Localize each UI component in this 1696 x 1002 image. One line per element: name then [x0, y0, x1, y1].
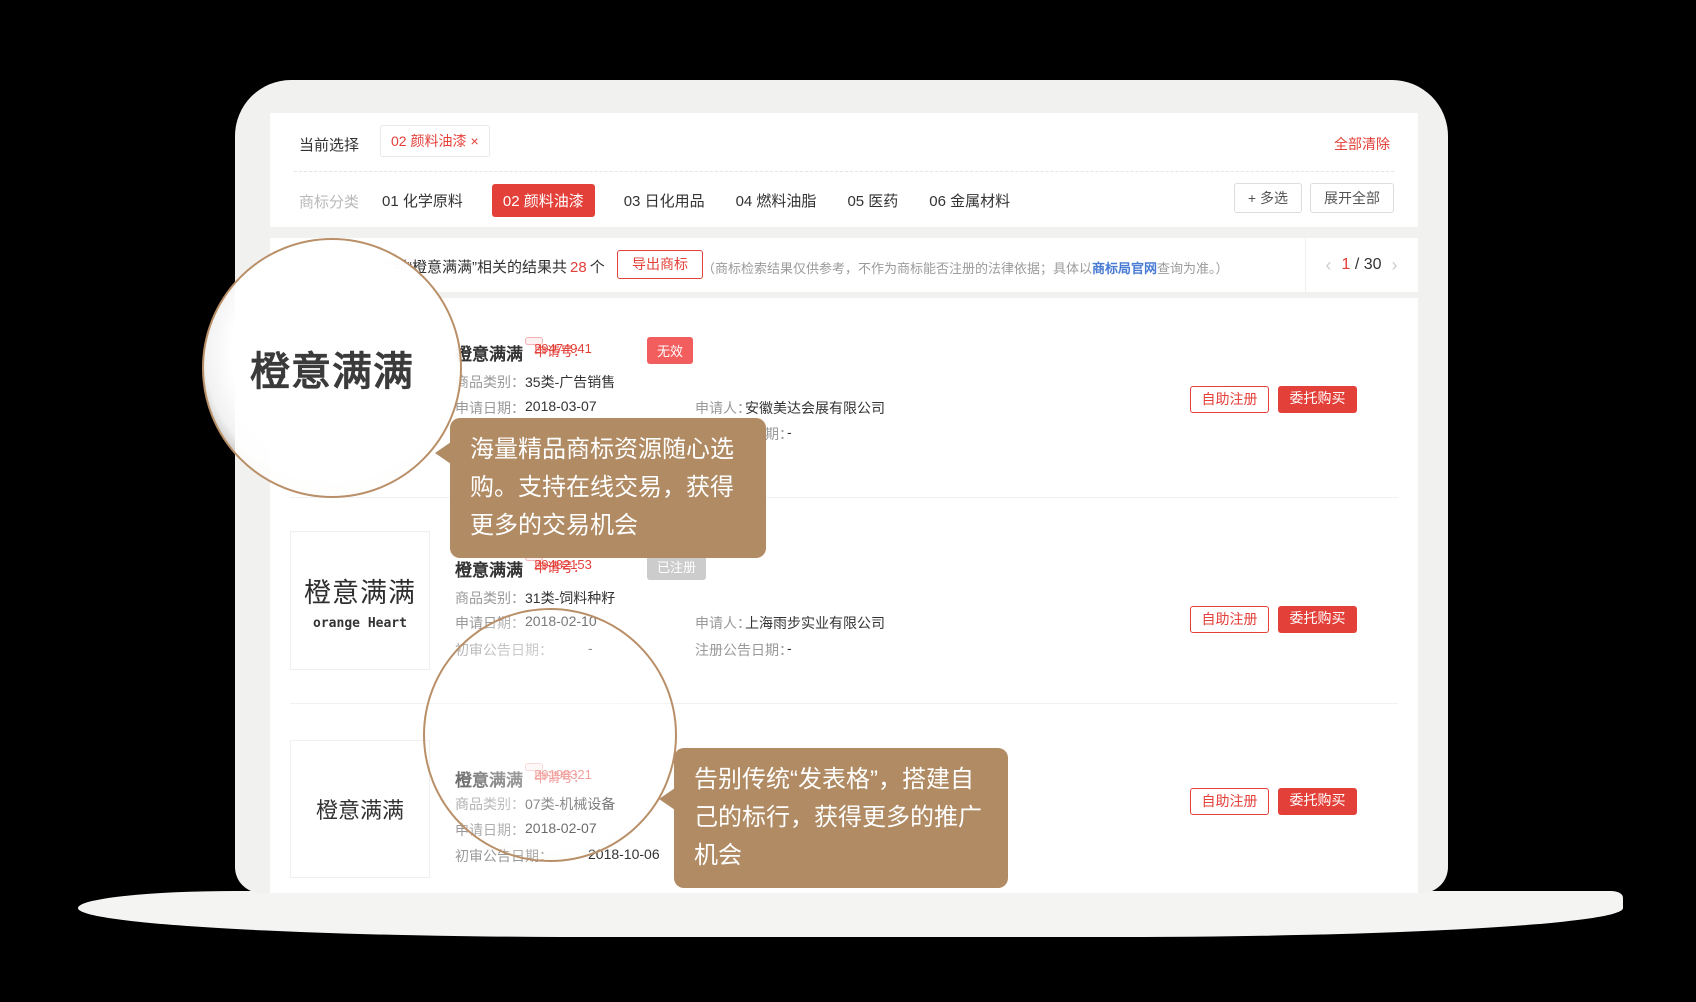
category-item-01[interactable]: 01 化学原料 [380, 184, 465, 217]
next-page-icon[interactable]: › [1392, 255, 1398, 276]
status-badge-invalid: 无效 [647, 337, 693, 364]
trademark-name: 橙意满满 [455, 340, 523, 365]
reg-notice-value: - [787, 424, 792, 440]
self-register-button[interactable]: 自助注册 [1190, 788, 1269, 815]
current-selection-row: 当前选择 02 颜料油漆× 全部清除 [270, 113, 1418, 172]
category-field-label: 商品类别： [455, 372, 525, 392]
expand-all-button[interactable]: 展开全部 [1310, 183, 1394, 213]
total-pages: 30 [1364, 256, 1382, 273]
category-field-label: 商品类别： [455, 588, 525, 608]
magnified-trademark-text: 橙意满满 [250, 339, 414, 397]
magnifier-lens-1: 橙意满满 [202, 238, 462, 498]
entrust-buy-button[interactable]: 委托购买 [1278, 606, 1357, 633]
application-number-value: 29474941 [534, 341, 592, 356]
export-trademark-button[interactable]: 导出商标 [617, 250, 703, 279]
pagination: ‹ 1 / 30 › [1305, 238, 1418, 292]
current-page: 1 [1341, 256, 1350, 273]
trademark-name: 橙意满满 [455, 556, 523, 581]
disclaimer-text: （商标检索结果仅供参考，不作为商标能否注册的法律依据；具体以商标局官网查询为准。… [702, 258, 1229, 277]
page-divider: / [1355, 256, 1359, 273]
category-field-value: 31类-饲料种籽 [525, 588, 615, 608]
clear-all-link[interactable]: 全部清除 [1334, 134, 1390, 154]
results-header-panel: 检索到“橙意满满”相关的结果共28个 导出商标 （商标检索结果仅供参考，不作为商… [270, 238, 1418, 292]
category-label: 商标分类 [299, 191, 359, 212]
entrust-buy-button[interactable]: 委托购买 [1278, 788, 1357, 815]
laptop-base [78, 891, 1623, 937]
category-row: 商标分类 01 化学原料 02 颜料油漆 03 日化用品 04 燃料油脂 05 … [270, 172, 1418, 227]
category-list: 01 化学原料 02 颜料油漆 03 日化用品 04 燃料油脂 05 医药 06… [380, 184, 1012, 217]
trademark-office-link[interactable]: 商标局官网 [1092, 261, 1157, 276]
reg-notice-label: 注册公告日期： [695, 640, 793, 660]
disclaimer-suffix: 查询为准。） [1157, 261, 1229, 276]
category-item-04[interactable]: 04 燃料油脂 [734, 184, 819, 217]
application-number-value: 29482153 [534, 557, 592, 572]
page-indicator: 1 / 30 [1341, 256, 1381, 274]
self-register-button[interactable]: 自助注册 [1190, 606, 1269, 633]
disclaimer-prefix: （商标检索结果仅供参考，不作为商标能否注册的法律依据；具体以 [702, 261, 1092, 276]
category-item-05[interactable]: 05 医药 [845, 184, 900, 217]
tooltip-marketplace: 海量精品商标资源随心选购。支持在线交易，获得更多的交易机会 [450, 418, 766, 558]
category-item-03[interactable]: 03 日化用品 [622, 184, 707, 217]
selected-filter-tag-label: 02 颜料油漆 [391, 133, 466, 149]
tooltip-promotion: 告别传统“发表格”，搭建自己的标行，获得更多的推广机会 [674, 748, 1008, 888]
current-selection-label: 当前选择 [299, 134, 359, 155]
applicant-value: 上海雨步实业有限公司 [745, 613, 885, 633]
entrust-buy-button[interactable]: 委托购买 [1278, 386, 1357, 413]
results-count: 28 [567, 259, 590, 276]
prev-page-icon[interactable]: ‹ [1325, 255, 1331, 276]
applicant-label: 申请人： [695, 613, 751, 633]
filter-panel: 当前选择 02 颜料油漆× 全部清除 商标分类 01 化学原料 02 颜料油漆 … [270, 113, 1418, 227]
application-number-tag: 申请号：29474941 [525, 337, 543, 345]
magnifier-lens-2 [423, 608, 677, 862]
applicant-value: 安徽美达会展有限公司 [745, 398, 885, 418]
self-register-button[interactable]: 自助注册 [1190, 386, 1269, 413]
applicant-label: 申请人： [695, 398, 751, 418]
category-field-value: 35类-广告销售 [525, 372, 615, 392]
apply-date-label: 申请日期： [455, 398, 525, 418]
results-unit: 个 [590, 259, 605, 276]
selected-filter-tag[interactable]: 02 颜料油漆× [380, 125, 490, 157]
category-item-02-active[interactable]: 02 颜料油漆 [492, 184, 595, 217]
remove-filter-icon[interactable]: × [470, 133, 478, 149]
category-item-06[interactable]: 06 金属材料 [927, 184, 1012, 217]
multi-select-button[interactable]: + 多选 [1234, 183, 1302, 213]
reg-notice-value: - [787, 640, 792, 656]
apply-date-value: 2018-03-07 [525, 398, 597, 414]
